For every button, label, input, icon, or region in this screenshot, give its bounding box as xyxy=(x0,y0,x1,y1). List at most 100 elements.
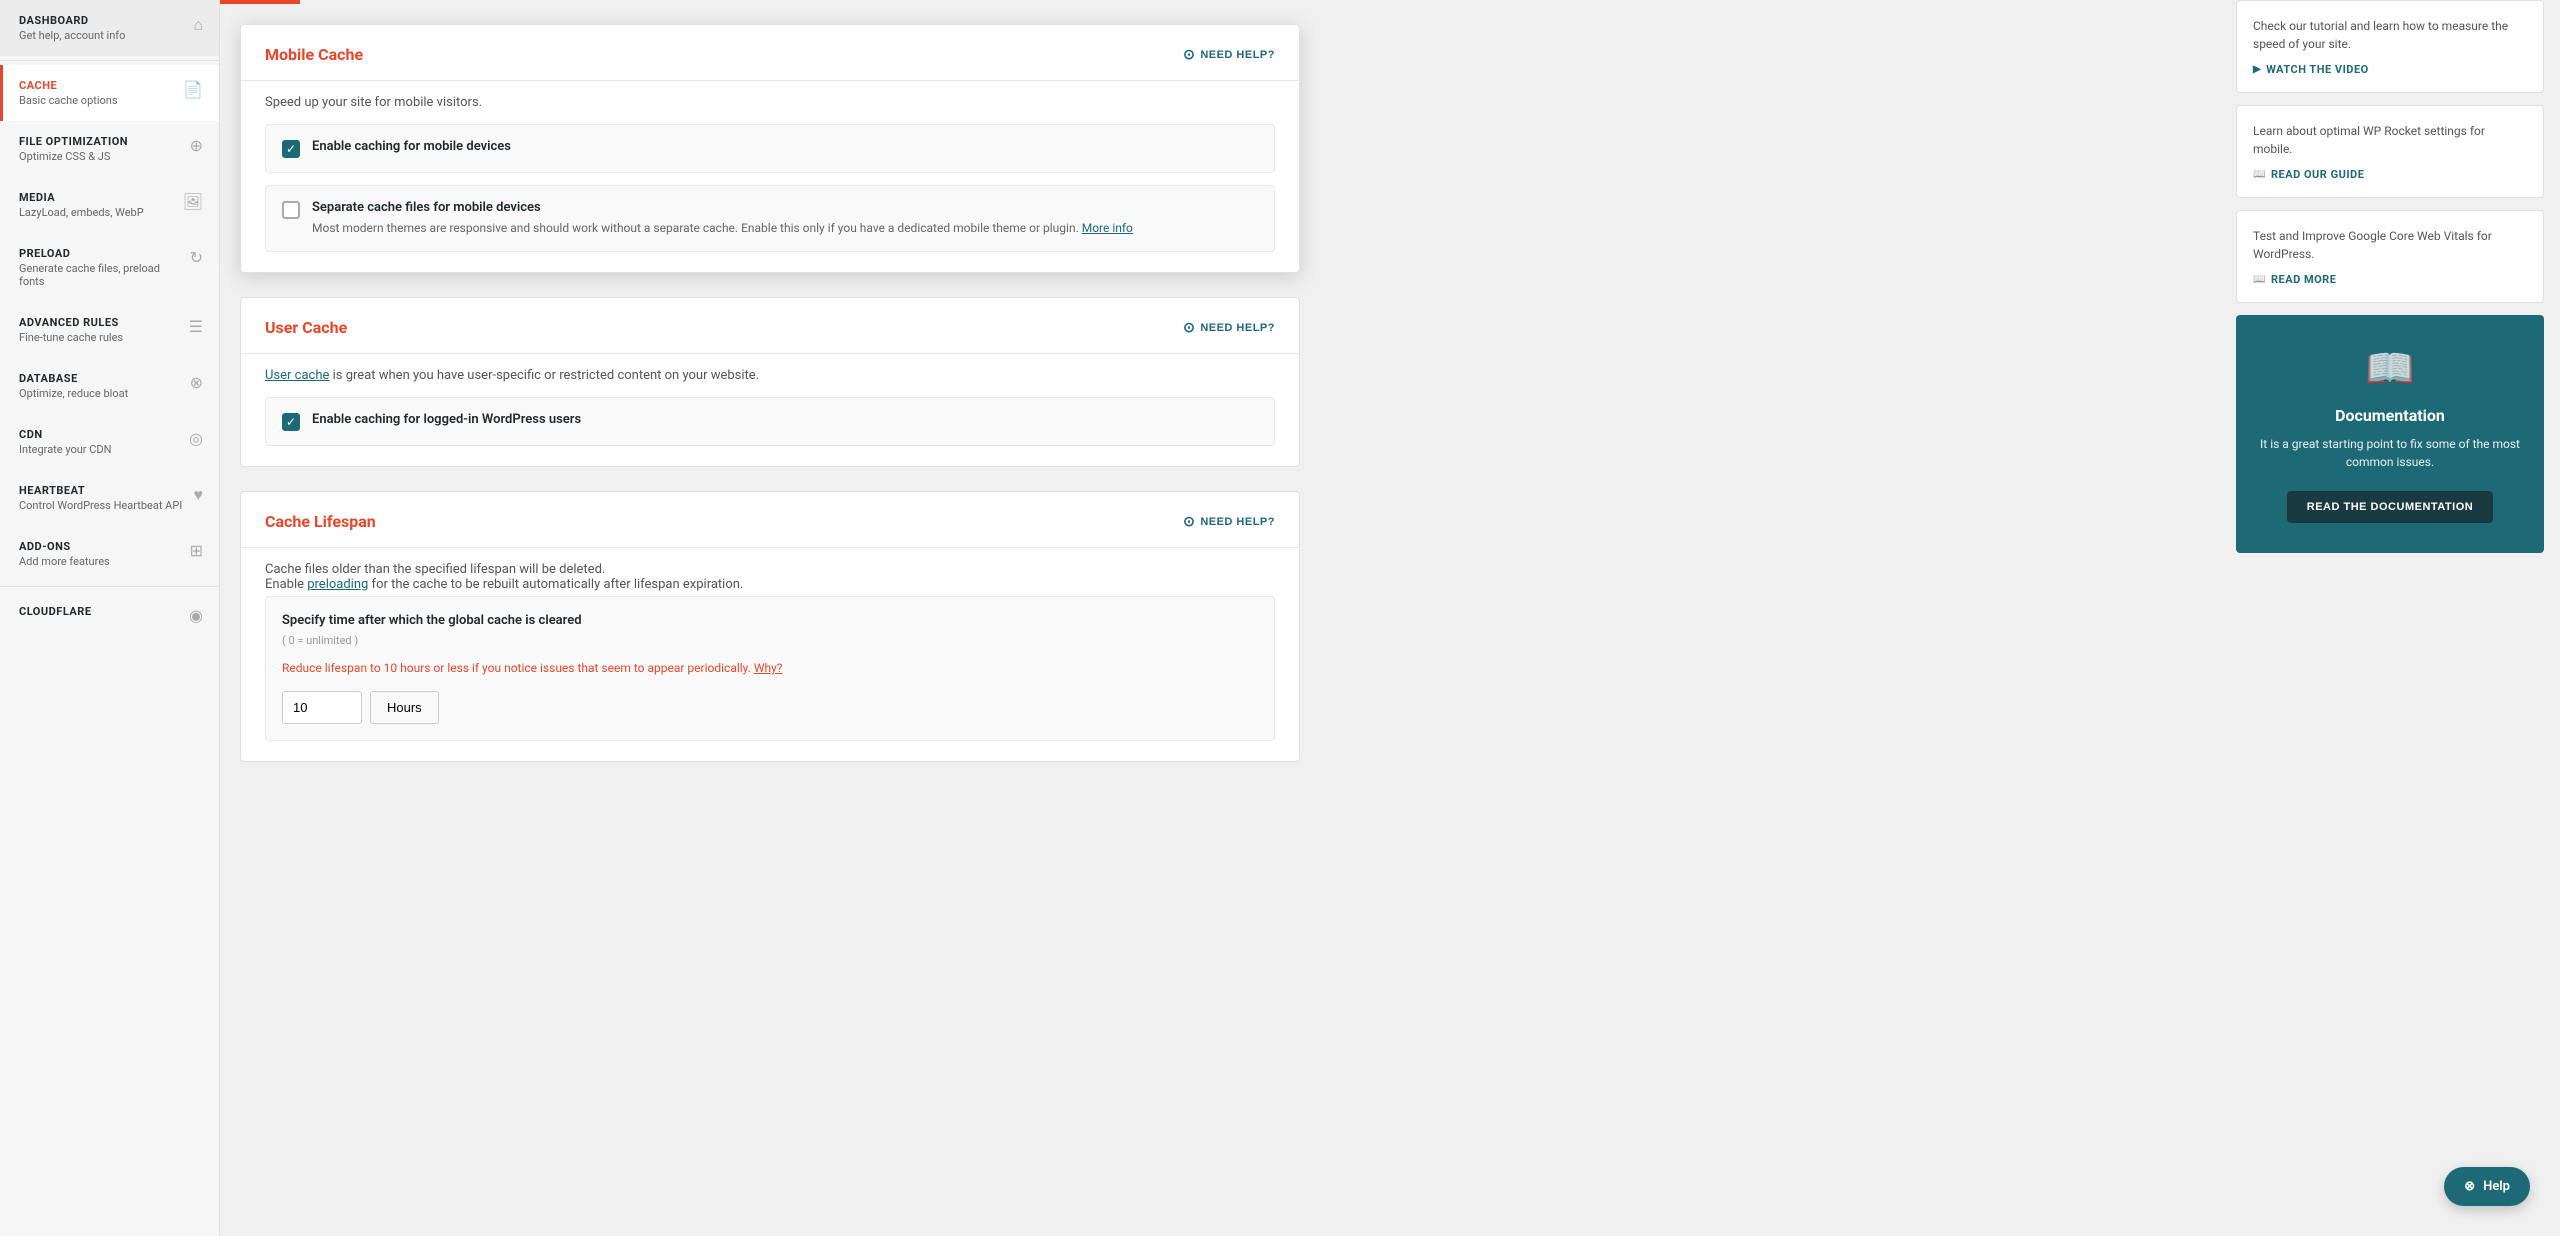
user-cache-body: ✓ Enable caching for logged-in WordPress… xyxy=(241,397,1299,466)
sidebar-item-title-file-optimization: FILE OPTIMIZATION xyxy=(19,135,184,148)
cache-lifespan-body: Specify time after which the global cach… xyxy=(241,596,1299,761)
tip-link-2[interactable]: 📖 READ MORE xyxy=(2253,273,2527,286)
lifespan-unit-button[interactable]: Hours xyxy=(370,691,439,724)
sidebar-icon-media: 🖼 xyxy=(183,192,203,211)
lifespan-inputs: Hours xyxy=(282,691,1258,724)
tip-link-text-1: READ OUR GUIDE xyxy=(2271,168,2364,181)
main-content: Mobile Cache ⊙ NEED HELP? Speed up your … xyxy=(220,0,2220,1236)
sidebar-item-subtitle-cache: Basic cache options xyxy=(19,94,177,107)
lifespan-input-card: Specify time after which the global cach… xyxy=(265,596,1275,741)
checkbox-label-separate-cache-files: Separate cache files for mobile devices xyxy=(312,200,1133,215)
sidebar-item-subtitle-cdn: Integrate your CDN xyxy=(19,443,183,456)
sidebar-item-cloudflare[interactable]: Cloudflare ◉ xyxy=(0,591,219,639)
help-icon-3: ⊙ xyxy=(1183,513,1195,530)
sidebar-icon-file-optimization: ⊕ xyxy=(190,136,203,155)
tip-card-1: Learn about optimal WP Rocket settings f… xyxy=(2236,105,2544,198)
tip-text-2: Test and Improve Google Core Web Vitals … xyxy=(2253,227,2527,263)
tip-text-0: Check our tutorial and learn how to meas… xyxy=(2253,17,2527,53)
tip-card-2: Test and Improve Google Core Web Vitals … xyxy=(2236,210,2544,303)
checkbox-enable-logged-in-caching[interactable]: ✓ xyxy=(282,413,300,431)
why-link[interactable]: Why? xyxy=(754,661,783,675)
mobile-cache-title: Mobile Cache xyxy=(265,45,363,64)
checkbox-enable-mobile-caching[interactable]: ✓ xyxy=(282,140,300,158)
help-fab-button[interactable]: ⊗ Help xyxy=(2444,1167,2530,1206)
checkbox-row-separate-cache-files: Separate cache files for mobile devices … xyxy=(265,185,1275,252)
mobile-cache-section: Mobile Cache ⊙ NEED HELP? Speed up your … xyxy=(240,24,1300,273)
user-cache-description: User cache is great when you have user-s… xyxy=(241,354,1299,397)
doc-card-title: Documentation xyxy=(2256,406,2524,425)
tip-link-icon-2: 📖 xyxy=(2253,274,2266,285)
sidebar-icon-cdn: ◎ xyxy=(189,429,203,448)
tip-link-text-0: WATCH THE VIDEO xyxy=(2266,63,2369,76)
sidebar-item-cdn[interactable]: CDN Integrate your CDN ◎ xyxy=(0,414,219,470)
right-sidebar: Check our tutorial and learn how to meas… xyxy=(2220,0,2560,1236)
doc-card-desc: It is a great starting point to fix some… xyxy=(2256,435,2524,471)
cache-lifespan-help-button[interactable]: ⊙ NEED HELP? xyxy=(1183,513,1275,530)
sidebar-item-dashboard[interactable]: DASHBOARD Get help, account info ⌂ xyxy=(0,0,219,56)
sidebar-item-subtitle-add-ons: Add more features xyxy=(19,555,184,568)
cache-lifespan-title: Cache Lifespan xyxy=(265,512,376,531)
user-cache-help-button[interactable]: ⊙ NEED HELP? xyxy=(1183,319,1275,336)
mobile-cache-help-button[interactable]: ⊙ NEED HELP? xyxy=(1183,46,1275,63)
sidebar-item-database[interactable]: DATABASE Optimize, reduce bloat ⊗ xyxy=(0,358,219,414)
lifespan-value-input[interactable] xyxy=(282,691,362,724)
spec-sublabel: ( 0 = unlimited ) xyxy=(282,634,1258,647)
sidebar-item-heartbeat[interactable]: HEARTBEAT Control WordPress Heartbeat AP… xyxy=(0,470,219,526)
user-cache-link[interactable]: User cache xyxy=(265,368,329,383)
user-cache-section: User Cache ⊙ NEED HELP? User cache is gr… xyxy=(240,297,1300,467)
mobile-cache-body: ✓ Enable caching for mobile devices Sepa… xyxy=(241,124,1299,272)
sidebar-icon-preload: ↻ xyxy=(190,248,203,267)
cache-lifespan-section: Cache Lifespan ⊙ NEED HELP? Cache files … xyxy=(240,491,1300,762)
checkbox-label-enable-logged-in-caching: Enable caching for logged-in WordPress u… xyxy=(312,412,581,427)
sidebar-item-title-preload: PRELOAD xyxy=(19,247,184,260)
sidebar-item-title-cloudflare: Cloudflare xyxy=(19,605,183,618)
tip-text-1: Learn about optimal WP Rocket settings f… xyxy=(2253,122,2527,158)
checkbox-separate-cache-files[interactable] xyxy=(282,201,300,219)
doc-card: 📖 Documentation It is a great starting p… xyxy=(2236,315,2544,553)
help-icon-2: ⊙ xyxy=(1183,319,1195,336)
tip-link-0[interactable]: ▶ WATCH THE VIDEO xyxy=(2253,63,2527,76)
cache-lifespan-description: Cache files older than the specified lif… xyxy=(241,548,1299,596)
tip-link-text-2: READ MORE xyxy=(2271,273,2336,286)
sidebar-icon-cache: 📄 xyxy=(183,80,203,99)
doc-icon: 📖 xyxy=(2256,345,2524,392)
sidebar-item-preload[interactable]: PRELOAD Generate cache files, preload fo… xyxy=(0,233,219,302)
sidebar-item-cache[interactable]: CACHE Basic cache options 📄 xyxy=(0,65,219,121)
sidebar-item-title-database: DATABASE xyxy=(19,372,184,385)
preloading-link[interactable]: preloading xyxy=(307,577,368,592)
mobile-cache-header: Mobile Cache ⊙ NEED HELP? xyxy=(241,25,1299,81)
sidebar: DASHBOARD Get help, account info ⌂ CACHE… xyxy=(0,0,220,1236)
user-cache-title: User Cache xyxy=(265,318,347,337)
sidebar-item-media[interactable]: MEDIA LazyLoad, embeds, WebP 🖼 xyxy=(0,177,219,233)
tip-link-1[interactable]: 📖 READ OUR GUIDE xyxy=(2253,168,2527,181)
sidebar-item-file-optimization[interactable]: FILE OPTIMIZATION Optimize CSS & JS ⊕ xyxy=(0,121,219,177)
sidebar-icon-database: ⊗ xyxy=(190,373,203,392)
sidebar-item-advanced-rules[interactable]: ADVANCED RULES Fine-tune cache rules ☰ xyxy=(0,302,219,358)
mobile-cache-description: Speed up your site for mobile visitors. xyxy=(241,81,1299,124)
help-fab-icon: ⊗ xyxy=(2464,1179,2475,1194)
sidebar-item-subtitle-file-optimization: Optimize CSS & JS xyxy=(19,150,184,163)
spec-label: Specify time after which the global cach… xyxy=(282,613,1258,628)
read-documentation-button[interactable]: READ THE DOCUMENTATION xyxy=(2287,491,2493,523)
checkbox-label-enable-mobile-caching: Enable caching for mobile devices xyxy=(312,139,511,154)
sidebar-item-title-cache: CACHE xyxy=(19,79,177,92)
checkbox-sublabel-separate-cache-files: Most modern themes are responsive and sh… xyxy=(312,219,1133,237)
sidebar-item-subtitle-media: LazyLoad, embeds, WebP xyxy=(19,206,177,219)
sidebar-item-subtitle-advanced-rules: Fine-tune cache rules xyxy=(19,331,183,344)
user-cache-header: User Cache ⊙ NEED HELP? xyxy=(241,298,1299,354)
sidebar-icon-advanced-rules: ☰ xyxy=(189,317,203,336)
sidebar-item-add-ons[interactable]: ADD-ONS Add more features ⊞ xyxy=(0,526,219,582)
tip-card-0: Check our tutorial and learn how to meas… xyxy=(2236,0,2544,93)
sidebar-icon-add-ons: ⊞ xyxy=(190,541,203,560)
sidebar-item-title-heartbeat: HEARTBEAT xyxy=(19,484,188,497)
more-info-link[interactable]: More info xyxy=(1082,221,1133,235)
sidebar-item-subtitle-preload: Generate cache files, preload fonts xyxy=(19,262,184,288)
sidebar-item-subtitle-database: Optimize, reduce bloat xyxy=(19,387,184,400)
sidebar-item-title-advanced-rules: ADVANCED RULES xyxy=(19,316,183,329)
sidebar-item-subtitle-dashboard: Get help, account info xyxy=(19,29,187,42)
help-fab-label: Help xyxy=(2483,1179,2510,1194)
sidebar-item-subtitle-heartbeat: Control WordPress Heartbeat API xyxy=(19,499,188,512)
sidebar-item-title-media: MEDIA xyxy=(19,191,177,204)
sidebar-item-title-cdn: CDN xyxy=(19,428,183,441)
checkbox-row-enable-logged-in-caching: ✓ Enable caching for logged-in WordPress… xyxy=(265,397,1275,446)
